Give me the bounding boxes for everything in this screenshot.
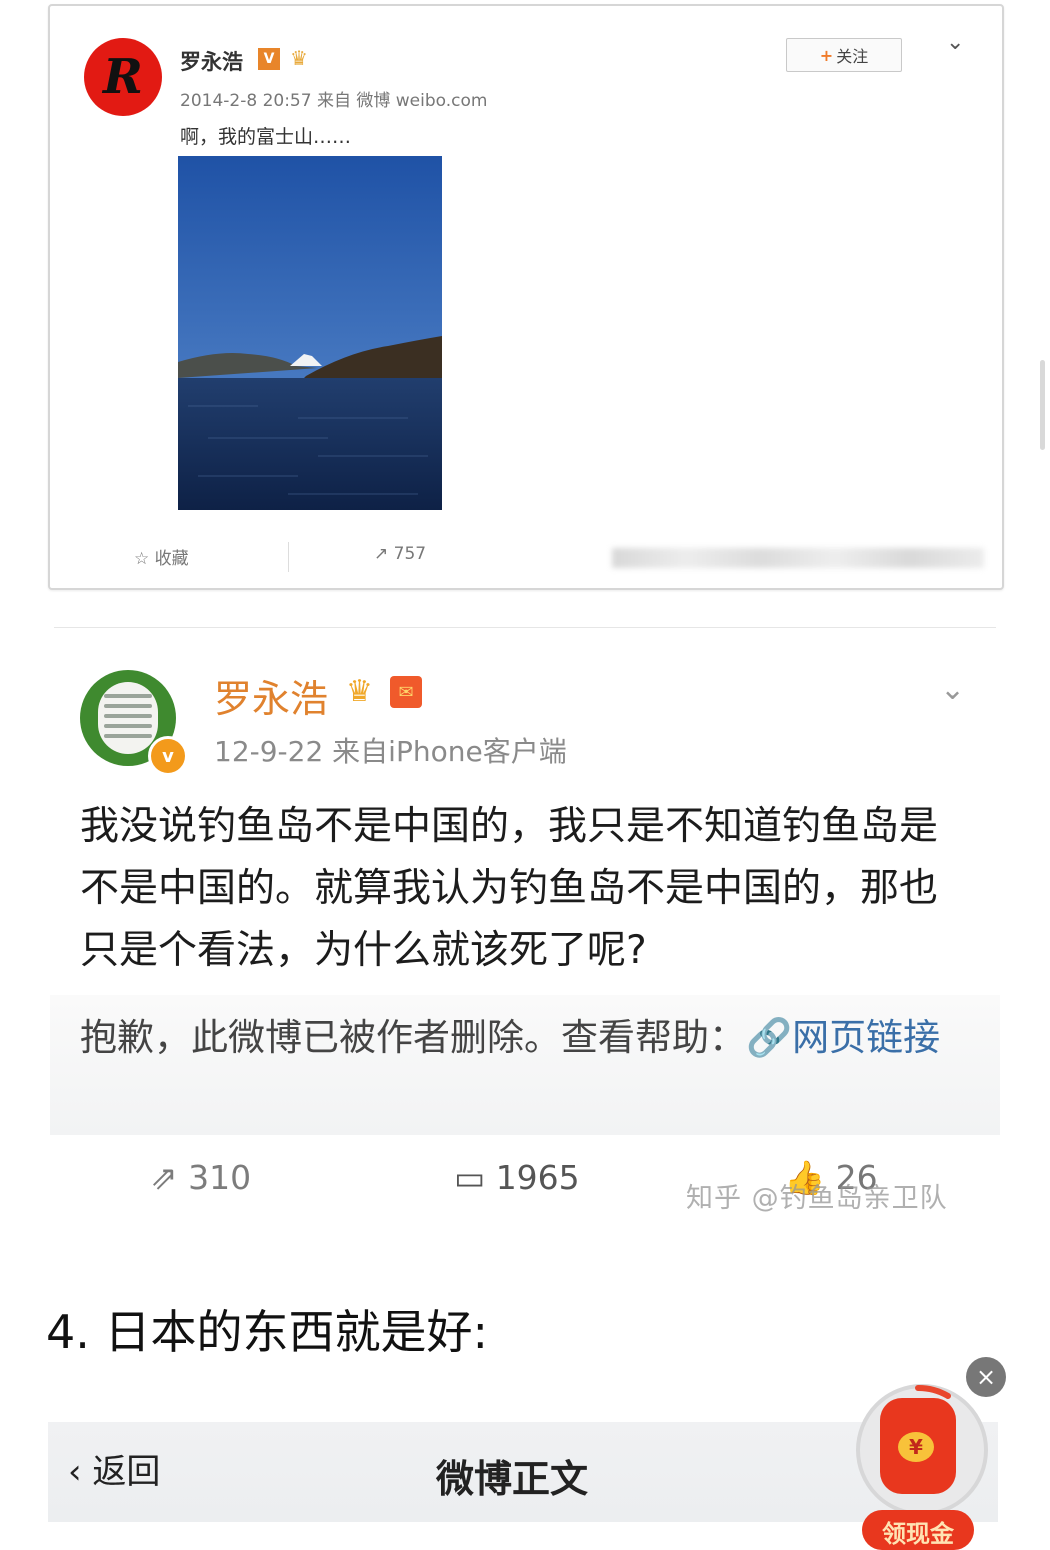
post-actions-bar: ☆ 收藏 ↗ 757 [50, 536, 1002, 576]
repost-count: 310 [188, 1158, 252, 1197]
star-icon: ☆ [134, 549, 150, 569]
favorite-button[interactable]: ☆ 收藏 [134, 544, 189, 569]
deleted-repost-box: 抱歉，此微博已被作者删除。查看帮助：🔗网页链接 [50, 995, 1000, 1135]
deleted-notice: 抱歉，此微博已被作者删除。查看帮助：🔗网页链接 [80, 1009, 960, 1067]
verified-badge-icon: V [258, 48, 280, 70]
back-button[interactable]: ‹ 返回 [68, 1444, 160, 1493]
blurred-region [612, 548, 984, 568]
comment-button[interactable]: ▭ 1965 [454, 1158, 580, 1197]
section-heading: 4. 日本的东西就是好: [46, 1305, 489, 1359]
repost-button[interactable]: ⇗ 310 [150, 1158, 251, 1197]
author-avatar[interactable]: R [84, 38, 162, 116]
comment-count: 1965 [495, 1158, 580, 1197]
follow-label: 关注 [836, 47, 869, 66]
post-meta: 2014-2-8 20:57 来自 微博 weibo.com [180, 91, 488, 111]
back-label: 返回 [92, 1452, 161, 1492]
close-icon[interactable]: × [966, 1357, 1006, 1397]
verified-badge-icon: v [148, 736, 188, 776]
red-packet-label[interactable]: 领现金 [862, 1510, 974, 1550]
comment-icon: ▭ [454, 1158, 486, 1197]
post-text: 我没说钓鱼岛不是中国的，我只是不知道钓鱼岛是不是中国的。就算我认为钓鱼岛不是中国… [80, 804, 939, 973]
scrollbar[interactable] [1040, 360, 1045, 450]
lake-photo-image [178, 156, 442, 510]
link-icon: 🔗 [746, 1016, 793, 1059]
follow-button[interactable]: + 关注 [786, 38, 902, 72]
web-link[interactable]: 🔗网页链接 [746, 1016, 940, 1059]
post-meta: 12-9-22 来自iPhone客户端 [214, 735, 567, 768]
avatar-image [98, 682, 158, 754]
chevron-down-icon[interactable]: ⌄ [940, 672, 965, 707]
crown-icon: ♛ [346, 674, 373, 709]
repost-icon: ⇗ [150, 1158, 178, 1197]
repost-icon: ↗ [374, 544, 389, 564]
chevron-down-icon[interactable]: ⌄ [946, 30, 964, 55]
coin-icon: ¥ [898, 1432, 934, 1462]
section-divider [54, 627, 996, 628]
divider [288, 542, 289, 572]
deleted-notice-text: 抱歉，此微博已被作者删除。查看帮助： [80, 1016, 746, 1059]
author-name[interactable]: 罗永浩 [214, 668, 328, 723]
plus-icon: + [819, 45, 834, 65]
post-text: 啊，我的富士山…… [180, 126, 352, 148]
post-photo[interactable] [178, 156, 442, 510]
page-title: 微博正文 [436, 1457, 589, 1501]
red-packet-badge-icon: ✉ [390, 676, 422, 708]
author-name[interactable]: 罗永浩 [180, 46, 243, 76]
chevron-left-icon: ‹ [68, 1452, 82, 1492]
crown-icon: ♛ [290, 46, 308, 70]
repost-button[interactable]: ↗ 757 [374, 544, 426, 564]
watermark: 知乎 @钓鱼岛亲卫队 [686, 1183, 948, 1214]
repost-count: 757 [393, 544, 427, 564]
weibo-card-screenshot: R 罗永浩 V ♛ 2014-2-8 20:57 来自 微博 weibo.com… [48, 4, 1004, 590]
favorite-label: 收藏 [154, 549, 189, 569]
web-link-label: 网页链接 [792, 1016, 941, 1059]
